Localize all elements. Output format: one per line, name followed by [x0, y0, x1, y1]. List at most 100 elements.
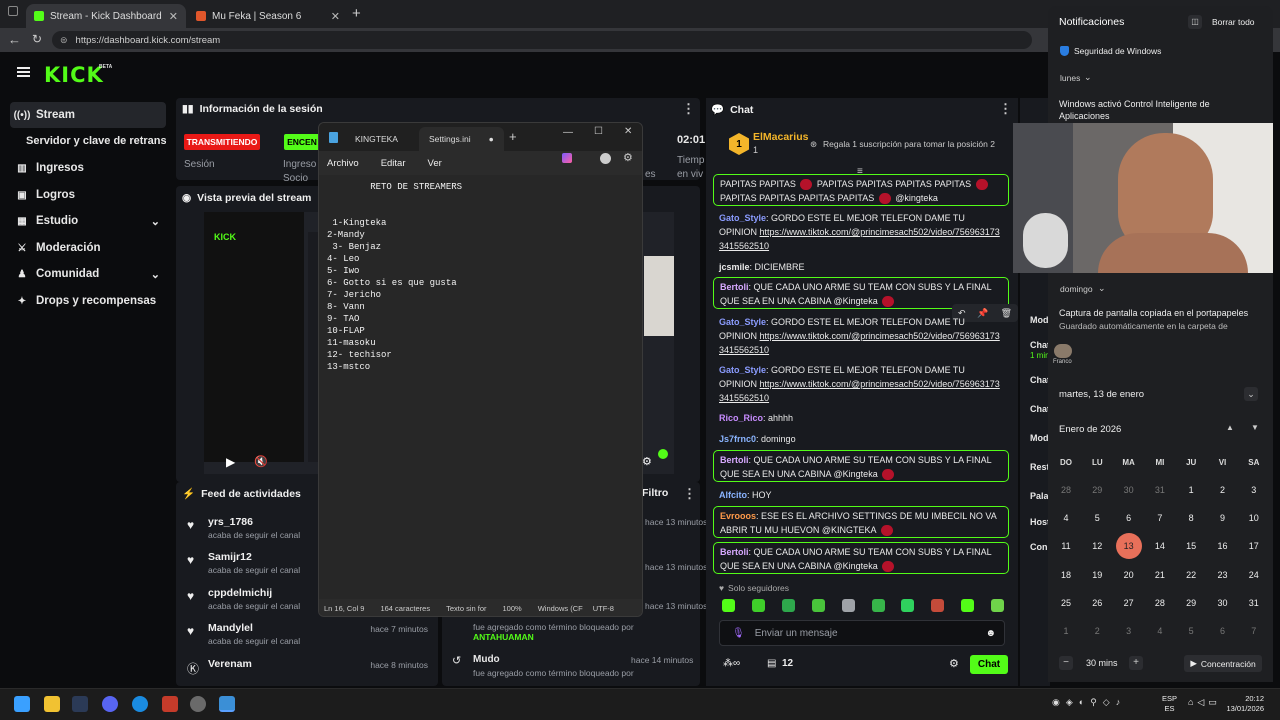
emote-icon[interactable]	[722, 599, 735, 612]
more-options-icon[interactable]: ⋮	[999, 101, 1012, 117]
previous-month-icon[interactable]: ▲	[1226, 423, 1234, 432]
notification-message[interactable]: Windows activó Control Inteligente de Ap…	[1059, 98, 1259, 122]
top-gifter-name[interactable]: ElMacarius	[753, 131, 808, 143]
calendar-day[interactable]: 3	[1116, 626, 1142, 636]
chat-message[interactable]: Gato_Style: GORDO ESTE EL MEJOR TELEFON …	[713, 361, 1009, 407]
notepad-taskbar-icon[interactable]	[219, 696, 235, 712]
game-launcher-icon[interactable]	[162, 696, 178, 712]
sidebar-item-studio[interactable]: ▦ Estudio ⌄	[10, 208, 166, 234]
sidebar-item-moderation[interactable]: ⚔ Moderación	[10, 235, 166, 261]
focus-settings-icon[interactable]: ◫	[1188, 15, 1202, 29]
file-explorer-icon[interactable]	[44, 696, 60, 712]
chat-link[interactable]: https://www.tiktok.com/@princimesach502/…	[719, 227, 1000, 251]
notification-title[interactable]: Captura de pantalla copiada en el portap…	[1059, 308, 1264, 318]
chat-send-button[interactable]: Chat	[970, 655, 1008, 674]
calendar-day[interactable]: 19	[1084, 570, 1110, 580]
steam-icon[interactable]	[72, 696, 88, 712]
calendar-day[interactable]: 2	[1210, 485, 1236, 495]
calendar-day[interactable]: 29	[1178, 598, 1204, 608]
menu-file[interactable]: Archivo	[327, 158, 359, 169]
calendar-day[interactable]: 23	[1210, 570, 1236, 580]
focus-button[interactable]: ▶ Concentración	[1184, 655, 1262, 672]
chat-message[interactable]: Bertoli: QUE CADA UNO ARME SU TEAM CON S…	[713, 542, 1009, 574]
tray-icons[interactable]: ◉◈◐⚲◇♪	[1052, 697, 1126, 708]
more-options-icon[interactable]: ⋮	[683, 486, 696, 502]
emote-icon[interactable]	[752, 599, 765, 612]
settings-icon[interactable]: ⚙	[642, 455, 652, 468]
close-icon[interactable]: ✕	[624, 126, 632, 137]
chat-message[interactable]: Js7frnc0: domingo	[713, 430, 1009, 448]
sidebar-item-stream[interactable]: ((•)) Stream	[10, 102, 166, 128]
calendar-day[interactable]: 26	[1084, 598, 1110, 608]
calendar-day[interactable]: 31	[1147, 485, 1173, 495]
emote-icon[interactable]	[872, 599, 885, 612]
feed-user[interactable]: Mandylel	[208, 622, 253, 634]
calendar-day[interactable]: 30	[1116, 485, 1142, 495]
emote-icon[interactable]	[991, 599, 1004, 612]
calendar-day[interactable]: 1	[1178, 485, 1204, 495]
chevron-down-icon[interactable]: ⌄	[1098, 283, 1106, 294]
more-options-icon[interactable]: ⋮	[682, 101, 695, 117]
emote-icon[interactable]	[812, 599, 825, 612]
menu-icon[interactable]	[17, 67, 30, 77]
new-tab-button[interactable]: +	[352, 5, 361, 22]
edge-icon[interactable]	[132, 696, 148, 712]
calendar-day[interactable]: 7	[1241, 626, 1267, 636]
microphone-icon[interactable]: 🎙	[732, 628, 745, 639]
calendar-day[interactable]: 6	[1210, 626, 1236, 636]
browser-tab-kick[interactable]: Stream - Kick Dashboard ✕	[26, 4, 186, 28]
calendar-day[interactable]: 17	[1241, 541, 1267, 551]
minimize-icon[interactable]: —	[563, 127, 573, 138]
increase-focus-button[interactable]: +	[1129, 656, 1143, 670]
settings-icon[interactable]: ⚙	[949, 657, 959, 670]
calendar-month[interactable]: Enero de 2026	[1059, 424, 1121, 435]
play-icon[interactable]: ▶	[226, 455, 235, 469]
chat-user[interactable]: Evrooos	[720, 511, 756, 521]
chat-user[interactable]: Rico_Rico	[719, 413, 763, 423]
calendar-day[interactable]: 27	[1116, 598, 1142, 608]
chat-link[interactable]: https://www.tiktok.com/@princimesach502/…	[719, 379, 1000, 403]
start-icon[interactable]	[14, 696, 30, 712]
clock[interactable]: 20:12 13/01/2026	[1222, 694, 1264, 714]
close-icon[interactable]: ✕	[169, 10, 178, 23]
chat-message[interactable]: Bertoli: QUE CADA UNO ARME SU TEAM CON S…	[713, 450, 1009, 482]
calendar-day[interactable]: 4	[1053, 513, 1079, 523]
infinity-icon[interactable]: ⁂∞	[723, 658, 740, 669]
chat-message[interactable]: Gato_Style: GORDO ESTE EL MEJOR TELEFON …	[713, 313, 1009, 359]
back-icon[interactable]: ←	[8, 32, 21, 47]
chat-input[interactable]: 🎙 Enviar un mensaje ☻	[719, 620, 1005, 646]
chat-message[interactable]: PAPITAS PAPITAS PAPITAS PAPITAS PAPITAS …	[713, 174, 1009, 206]
calendar-day[interactable]: 28	[1053, 485, 1079, 495]
sidebar-item-drops[interactable]: ✦ Drops y recompensas	[10, 288, 166, 314]
close-icon[interactable]: ✕	[331, 10, 340, 23]
go-live-button[interactable]: ENCEN	[284, 134, 320, 150]
chat-user[interactable]: Gato_Style	[719, 317, 766, 327]
sidebar-item-community[interactable]: ♟ Comunidad ⌄	[10, 261, 166, 287]
chevron-down-icon[interactable]: ⌄	[1244, 387, 1258, 401]
sidebar-item-income[interactable]: ▥ Ingresos	[10, 155, 166, 181]
chat-message[interactable]: Rico_Rico: ahhhh	[713, 409, 1009, 427]
calendar-day[interactable]: 25	[1053, 598, 1079, 608]
menu-view[interactable]: Ver	[428, 158, 442, 169]
calendar-day[interactable]: 8	[1178, 513, 1204, 523]
calendar-day[interactable]: 4	[1147, 626, 1173, 636]
emote-icon[interactable]	[931, 599, 944, 612]
chat-message[interactable]: Evrooos: ESE ES EL ARCHIVO SETTINGS DE M…	[713, 506, 1009, 538]
network-volume-battery-icon[interactable]: ⌂◁▭	[1188, 697, 1221, 708]
kick-logo[interactable]: KICK	[44, 63, 104, 87]
notification-group-day[interactable]: lunes	[1060, 73, 1080, 83]
chat-message[interactable]: jcsmile: DICIEMBRE	[713, 258, 1009, 276]
tab-actions-icon[interactable]	[8, 6, 18, 16]
new-tab-button[interactable]: +	[509, 129, 517, 144]
chat-user[interactable]: Js7frnc0	[719, 434, 756, 444]
mute-icon[interactable]: 🔇	[254, 455, 268, 468]
chevron-down-icon[interactable]: ⌄	[1084, 72, 1092, 83]
calendar-day[interactable]: 29	[1084, 485, 1110, 495]
zoom-level[interactable]: 100%	[498, 604, 527, 613]
feed-user[interactable]: Verenam	[208, 658, 252, 670]
account-icon[interactable]	[600, 153, 611, 164]
calendar-today[interactable]: 13	[1115, 533, 1142, 560]
calendar-day[interactable]: 10	[1241, 513, 1267, 523]
url-bar[interactable]: ⊜ https://dashboard.kick.com/stream	[52, 31, 1032, 49]
calendar-day[interactable]: 15	[1178, 541, 1204, 551]
